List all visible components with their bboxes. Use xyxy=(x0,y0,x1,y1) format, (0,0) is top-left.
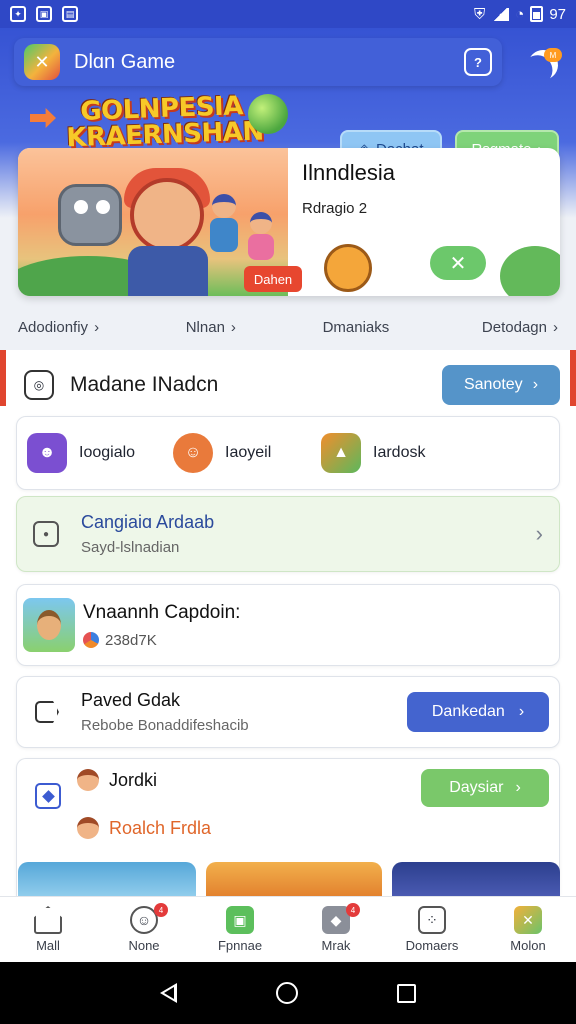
nav-badge: 4 xyxy=(346,903,360,917)
system-nav-bar xyxy=(0,962,576,1024)
app-title: Dlɑn Game xyxy=(74,50,176,73)
section-header: ◎ Madane INadcn Sanotey › xyxy=(24,362,560,408)
campaign-subtitle: Sayd-lslnadian xyxy=(81,539,180,556)
chevron-right-icon: › xyxy=(515,779,521,796)
robot-character xyxy=(58,184,122,246)
target-icon: ● xyxy=(33,521,59,547)
nav-item-mrak[interactable]: ◆ 4 Mrak xyxy=(288,897,384,962)
banner-subtitle: Rdragio 2 xyxy=(302,200,368,217)
game-item[interactable]: ▲ Iardosk xyxy=(321,433,465,473)
banner-title: Ilnndlesia xyxy=(302,160,395,185)
accent-bar xyxy=(0,350,6,406)
played-subtitle: Rebobe Bonaddifeshacib xyxy=(81,717,249,734)
chevron-right-icon: › xyxy=(532,376,539,393)
wifi-icon: ◔ xyxy=(515,5,525,23)
game-avatar-icon: ☻ xyxy=(27,433,67,473)
captain-thumbnail xyxy=(23,598,75,652)
trophy-icon: ◎ xyxy=(24,370,54,400)
game-avatar-icon: ☺ xyxy=(173,433,213,473)
bottom-nav: Mall ☺ 4 None ▣ Fpnnae ◆ 4 Mrak ⁘ Domaer… xyxy=(0,896,576,962)
tag-icon xyxy=(35,701,59,723)
dice-icon: ⁘ xyxy=(418,906,446,934)
back-icon[interactable] xyxy=(159,983,177,1003)
nav-badge: 4 xyxy=(154,903,168,917)
friend-row[interactable]: Roalch Frdla xyxy=(77,817,211,839)
played-card: Paved Gdak Rebobe Bonaddifeshacib Danked… xyxy=(16,676,560,748)
calendar-icon: ▤ xyxy=(62,6,78,22)
section-title: Madane INadcn xyxy=(70,373,219,396)
ball-icon xyxy=(83,632,99,648)
diamond-icon xyxy=(35,783,61,809)
games-row-card: ☻ Ioogialo ☺ Iaoyeil ▲ Iardosk xyxy=(16,416,560,490)
chevron-right-icon: › xyxy=(535,521,543,546)
game-avatar-icon: ▲ xyxy=(321,433,361,473)
nav-item-domaers[interactable]: ⁘ Domaers xyxy=(384,897,480,962)
played-action-button[interactable]: Dankedan › xyxy=(407,692,549,732)
category-tab[interactable]: Dmaniaks xyxy=(323,319,396,336)
game-controller-icon: ✦ xyxy=(10,6,26,22)
nav-item-none[interactable]: ☺ 4 None xyxy=(96,897,192,962)
hero-character xyxy=(130,178,204,252)
chevron-right-icon: › xyxy=(518,703,525,720)
avatar xyxy=(77,769,99,791)
chat-icon[interactable]: ? xyxy=(464,48,492,76)
mascot-face-icon xyxy=(324,244,372,292)
category-tab[interactable]: Nlnan › xyxy=(186,319,236,336)
game-thumbnails xyxy=(0,862,576,902)
banner-close-button[interactable]: ✕ xyxy=(430,246,486,280)
category-tabs: Adodionfiy › Nlnan › Dmaniaks Detodagn › xyxy=(0,310,576,344)
campaign-card[interactable]: ● Cangiaiɑ Ardaab Sayd-lslnadian › xyxy=(16,496,560,572)
status-time: 97 xyxy=(549,5,566,23)
battery-icon xyxy=(530,6,544,22)
game-item[interactable]: ☻ Ioogialo xyxy=(27,433,171,473)
recents-icon[interactable] xyxy=(397,983,417,1003)
game-item[interactable]: ☺ Iaoyeil xyxy=(173,433,317,473)
category-tab[interactable]: Adodionfiy › xyxy=(18,319,99,336)
status-bar: ✦ ▣ ▤ ⛨ ◔ 97 xyxy=(0,0,576,28)
captain-subtitle: 238d7K xyxy=(105,631,157,649)
banner-artwork: Dahen xyxy=(18,148,302,296)
fruit-decoration-icon xyxy=(248,94,288,134)
banner-tag[interactable]: Dahen xyxy=(244,266,302,292)
nav-item-fpnnae[interactable]: ▣ Fpnnae xyxy=(192,897,288,962)
nav-item-mall[interactable]: Mall xyxy=(0,897,96,962)
signal-icon xyxy=(491,7,510,21)
home-icon xyxy=(34,906,62,934)
gift-icon: ▣ xyxy=(226,906,254,934)
played-title: Paved Gdak xyxy=(81,690,181,710)
section-action-button[interactable]: Sanotey › xyxy=(442,365,560,405)
notification-badge: M xyxy=(544,48,562,62)
friends-action-button[interactable]: Daysiar › xyxy=(421,769,549,807)
banner-headline: GOLNPESIA KRAERNSHAN xyxy=(65,91,265,154)
category-tab[interactable]: Detodagn › xyxy=(482,319,558,336)
nav-item-molon[interactable]: ✕ Molon xyxy=(480,897,576,962)
friend-row[interactable]: Jordki xyxy=(77,769,157,791)
app-logo-icon[interactable]: ✕ xyxy=(24,44,60,80)
promo-banner[interactable]: Dahen Ilnndlesia Rdragio 2 ✕ xyxy=(18,148,560,296)
accent-bar xyxy=(570,350,576,406)
campaign-title: Cangiaiɑ Ardaab xyxy=(81,512,215,532)
home-button-icon[interactable] xyxy=(275,982,298,1004)
app-bar: ✕ Dlɑn Game ? xyxy=(14,38,502,86)
image-icon: ▣ xyxy=(36,6,52,22)
captain-title: Vnaannh Capdoin: xyxy=(83,601,241,623)
avatar xyxy=(77,817,99,839)
captain-card[interactable]: Vnaannh Capdoin: 238d7K xyxy=(16,584,560,666)
crossed-swords-icon: ✕ xyxy=(514,906,542,934)
shield-icon: ⛨ xyxy=(473,5,486,23)
